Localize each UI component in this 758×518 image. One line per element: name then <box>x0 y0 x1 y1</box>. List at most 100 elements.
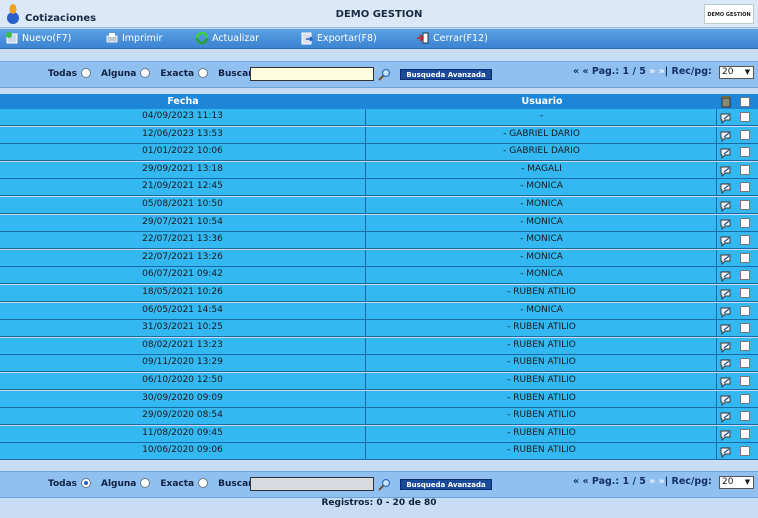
print-button[interactable]: Imprimir <box>105 29 162 49</box>
row-checkbox[interactable] <box>740 323 750 334</box>
table-row[interactable]: 11/08/2020 09:45- RUBEN ATILIO <box>0 425 758 443</box>
row-checkbox[interactable] <box>740 288 750 298</box>
table-row[interactable]: 22/07/2021 13:26- MONICA <box>0 249 758 267</box>
table-row[interactable]: 29/09/2021 13:18- MAGALI <box>0 161 758 179</box>
export-button[interactable]: Exportar(F8) <box>300 29 377 49</box>
table-row[interactable]: 10/06/2020 09:06- RUBEN ATILIO <box>0 443 758 461</box>
row-checkbox[interactable] <box>740 393 750 404</box>
advanced-search-button[interactable]: Busqueda Avanzada <box>400 69 492 80</box>
rec-per-page-select-bottom[interactable]: 20 ▼ <box>719 476 754 489</box>
row-checkbox[interactable] <box>740 428 750 439</box>
cell-fecha: 08/02/2021 13:23 <box>0 337 366 355</box>
row-checkbox[interactable] <box>740 235 750 246</box>
row-checkbox[interactable] <box>740 129 750 140</box>
row-checkbox[interactable] <box>740 252 750 263</box>
edit-icon[interactable] <box>719 446 733 459</box>
pager-first-prev[interactable]: « « Pag.: <box>573 66 623 77</box>
edit-icon[interactable] <box>719 130 733 142</box>
table-row[interactable]: 29/09/2020 08:54- RUBEN ATILIO <box>0 408 758 426</box>
refresh-icon <box>195 31 209 44</box>
pager-next-last[interactable]: » » <box>649 66 665 77</box>
new-button[interactable]: Nuevo(F7) <box>5 29 71 49</box>
edit-icon[interactable] <box>719 323 733 336</box>
edit-icon[interactable] <box>719 253 733 265</box>
search-icon[interactable] <box>377 68 391 82</box>
row-checkbox[interactable] <box>740 358 750 369</box>
edit-icon[interactable] <box>719 270 733 283</box>
search-input[interactable] <box>250 67 374 81</box>
row-checkbox[interactable] <box>740 147 750 158</box>
records-count: Registros: 0 - 20 de 80 <box>321 498 437 508</box>
row-checkbox[interactable] <box>740 182 750 193</box>
rec-per-page-select[interactable]: 20 ▼ <box>719 66 754 79</box>
rec-per-page-value: 20 <box>722 477 734 487</box>
edit-icon[interactable] <box>719 306 733 318</box>
row-checkbox[interactable] <box>740 217 750 228</box>
edit-icon[interactable] <box>719 429 733 441</box>
table-row[interactable]: 06/10/2020 12:50- RUBEN ATILIO <box>0 373 758 390</box>
edit-icon[interactable] <box>719 147 733 160</box>
edit-icon[interactable] <box>719 358 733 371</box>
row-checkbox[interactable] <box>740 164 750 175</box>
edit-icon[interactable] <box>719 112 733 125</box>
edit-icon[interactable] <box>719 200 733 213</box>
table-row[interactable]: 01/01/2022 10:06- GABRIEL DARIO <box>0 144 758 162</box>
row-checkbox[interactable] <box>740 446 750 457</box>
table-row[interactable]: 18/05/2021 10:26- RUBEN ATILIO <box>0 285 758 302</box>
print-icon <box>106 32 118 42</box>
edit-icon[interactable] <box>719 288 733 301</box>
row-checkbox[interactable] <box>740 200 750 210</box>
radio-exacta[interactable] <box>198 67 209 78</box>
edit-icon[interactable] <box>719 165 733 177</box>
table-row[interactable]: 12/06/2023 13:53- GABRIEL DARIO <box>0 126 758 144</box>
close-label: Cerrar(F12) <box>433 33 488 44</box>
table-row[interactable]: 06/07/2021 09:42- MONICA <box>0 267 758 285</box>
row-checkbox[interactable] <box>740 305 750 316</box>
table-row[interactable]: 21/09/2021 12:45- MONICA <box>0 179 758 197</box>
select-all-checkbox[interactable] <box>740 97 750 107</box>
trash-icon[interactable] <box>717 95 735 108</box>
row-checkbox[interactable] <box>740 340 750 351</box>
edit-icon[interactable] <box>719 341 733 353</box>
edit-icon[interactable] <box>719 411 733 424</box>
new-icon <box>6 31 18 43</box>
refresh-button[interactable]: Actualizar <box>195 29 259 49</box>
table-row[interactable]: 29/07/2021 10:54- MONICA <box>0 214 758 232</box>
row-checkbox[interactable] <box>740 112 750 122</box>
radio-todas[interactable] <box>81 477 91 488</box>
table-row[interactable]: 22/07/2021 13:36- MONICA <box>0 232 758 250</box>
table-row[interactable]: 09/11/2020 13:29- RUBEN ATILIO <box>0 355 758 373</box>
pager-next-last[interactable]: » » <box>649 476 665 487</box>
advanced-search-button-bottom[interactable]: Busqueda Avanzada <box>400 479 492 490</box>
table-row[interactable]: 08/02/2021 13:23- RUBEN ATILIO <box>0 337 758 355</box>
new-label: Nuevo(F7) <box>22 33 72 44</box>
cell-usuario: - MONICA <box>367 267 717 285</box>
edit-icon[interactable] <box>719 182 733 195</box>
radio-todas[interactable] <box>81 67 91 78</box>
search-icon[interactable] <box>377 478 391 492</box>
search-input-bottom[interactable] <box>250 477 374 491</box>
column-usuario[interactable]: Usuario <box>367 94 717 109</box>
row-checkbox[interactable] <box>740 376 750 386</box>
edit-icon[interactable] <box>719 218 733 230</box>
table-row[interactable]: 30/09/2020 09:09- RUBEN ATILIO <box>0 390 758 408</box>
cell-usuario: - RUBEN ATILIO <box>367 443 717 461</box>
edit-icon[interactable] <box>719 376 733 389</box>
option-todas-label: Todas <box>48 69 77 79</box>
table-row[interactable]: 06/05/2021 14:54- MONICA <box>0 302 758 320</box>
table-row[interactable]: 04/09/2023 11:13- <box>0 109 758 126</box>
column-fecha[interactable]: Fecha <box>0 94 366 109</box>
cell-usuario: - RUBEN ATILIO <box>367 285 717 302</box>
pager-first-prev[interactable]: « « Pag.: <box>573 476 623 487</box>
edit-icon[interactable] <box>719 235 733 248</box>
radio-alguna[interactable] <box>140 477 151 488</box>
table-row[interactable]: 31/03/2021 10:25- RUBEN ATILIO <box>0 320 758 338</box>
row-checkbox[interactable] <box>740 270 750 281</box>
radio-alguna[interactable] <box>140 67 151 78</box>
radio-exacta[interactable] <box>198 477 209 488</box>
table-row[interactable]: 05/08/2021 10:50- MONICA <box>0 197 758 214</box>
close-button[interactable]: Cerrar(F12) <box>416 29 488 49</box>
edit-icon[interactable] <box>719 394 733 406</box>
row-checkbox[interactable] <box>740 411 750 422</box>
cell-fecha: 06/05/2021 14:54 <box>0 302 366 320</box>
